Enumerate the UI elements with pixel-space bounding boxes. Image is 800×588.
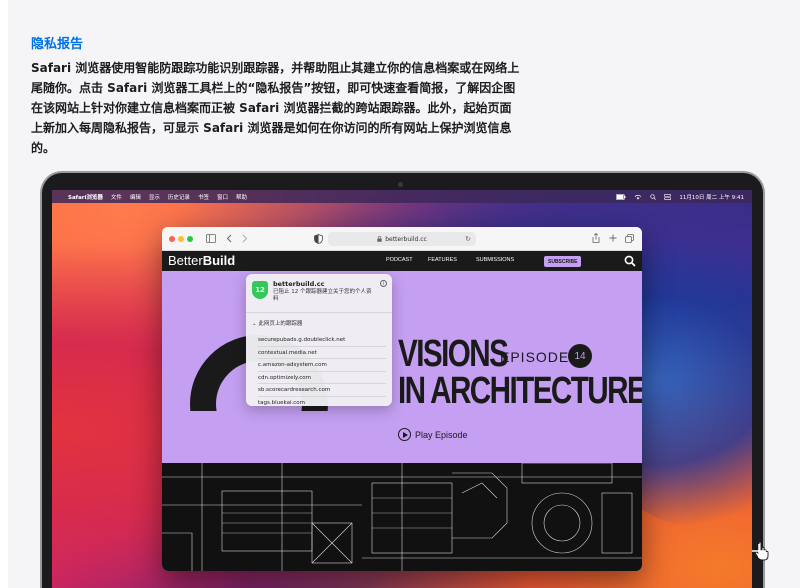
popover-message: 已阻止 12 个跟踪器建立关于您的个人资料 — [273, 289, 372, 302]
website-content: BetterBuild PODCAST FEATURES SUBMISSIONS… — [162, 251, 642, 571]
zoom-window-button[interactable] — [187, 236, 193, 242]
tracker-item: c.amazon-adsystem.com — [258, 359, 386, 372]
site-search-icon[interactable] — [624, 255, 636, 267]
tracker-item: tags.bluekai.com — [258, 397, 386, 407]
site-logo-bold: Build — [202, 253, 236, 268]
menu-view[interactable]: 显示 — [149, 193, 160, 201]
tracker-count-shield-icon: 12 — [252, 281, 268, 299]
address-bar[interactable]: betterbuild.cc ↻ — [328, 232, 476, 246]
back-icon[interactable] — [226, 234, 232, 243]
hero-title-line1: VISIONS — [398, 333, 509, 375]
episode-label: EPISODE — [500, 349, 570, 365]
menu-file[interactable]: 文件 — [111, 193, 122, 201]
safari-toolbar: betterbuild.cc ↻ — [162, 227, 642, 251]
subscribe-button[interactable]: SUBSCRIBE — [544, 256, 582, 267]
menu-edit[interactable]: 编辑 — [130, 193, 141, 201]
hero-title-line2: IN ARCHITECTURE — [398, 370, 642, 412]
menu-window[interactable]: 窗口 — [217, 193, 228, 201]
menu-help[interactable]: 帮助 — [236, 193, 247, 201]
lock-icon — [377, 236, 382, 242]
wifi-icon[interactable] — [634, 194, 642, 200]
new-tab-icon[interactable] — [609, 234, 617, 242]
laptop-screen: Safari浏览器 文件 编辑 显示 历史记录 书签 窗口 帮助 11月10日 … — [52, 190, 752, 588]
forward-icon[interactable] — [242, 234, 248, 243]
section-paragraph: Safari 浏览器使用智能防跟踪功能识别跟踪器，并帮助阻止其建立你的信息档案或… — [31, 61, 520, 155]
camera-dot — [398, 182, 403, 187]
privacy-report-popover: 12 betterbuild.cc 已阻止 12 个跟踪器建立关于您的个人资料 … — [246, 274, 392, 406]
sidebar-icon[interactable] — [206, 234, 216, 243]
site-logo[interactable]: BetterBuild — [168, 253, 235, 268]
menu-app-name[interactable]: Safari浏览器 — [68, 193, 103, 201]
play-episode-label: Play Episode — [415, 429, 468, 440]
safari-window: betterbuild.cc ↻ BetterBuild PODCAST FEA… — [162, 227, 642, 571]
battery-icon[interactable] — [616, 193, 626, 200]
menu-clock[interactable]: 11月10日 周二 上午 9:41 — [679, 193, 744, 201]
popover-site-name: betterbuild.cc — [273, 280, 325, 288]
blueprint-drawing — [162, 463, 642, 571]
trackers-section-toggle[interactable]: ⌄ 此网页上的跟踪器 — [252, 319, 302, 327]
minimize-window-button[interactable] — [178, 236, 184, 242]
tracker-item: sb.scorecardresearch.com — [258, 384, 386, 397]
reload-icon[interactable]: ↻ — [465, 232, 471, 246]
nav-features[interactable]: FEATURES — [428, 257, 457, 263]
play-episode-button[interactable]: Play Episode — [398, 428, 468, 441]
play-icon — [398, 428, 411, 441]
blueprint-image — [162, 463, 642, 571]
menu-history[interactable]: 历史记录 — [168, 193, 190, 201]
tracker-item: cdn.optimizely.com — [258, 372, 386, 384]
address-bar-url: betterbuild.cc — [385, 235, 427, 243]
menu-bar: Safari浏览器 文件 编辑 显示 历史记录 书签 窗口 帮助 11月10日 … — [52, 190, 752, 203]
trackers-section-title: 此网页上的跟踪器 — [258, 321, 303, 327]
crosshair-icon — [752, 544, 766, 558]
tracker-item: contextual.media.net — [258, 347, 386, 359]
tracker-list: securepubads.g.doubleclick.net contextua… — [258, 334, 386, 406]
tracker-item: securepubads.g.doubleclick.net — [258, 334, 386, 347]
nav-submissions[interactable]: SUBMISSIONS — [476, 257, 514, 263]
section-heading: 隐私报告 — [31, 37, 84, 52]
menu-bookmarks[interactable]: 书签 — [198, 193, 209, 201]
info-icon[interactable]: i — [380, 280, 387, 287]
site-navbar: BetterBuild PODCAST FEATURES SUBMISSIONS… — [162, 251, 642, 271]
site-logo-light: Better — [168, 253, 203, 268]
episode-number-badge: 14 — [568, 344, 592, 368]
tab-overview-icon[interactable] — [625, 234, 634, 243]
nav-podcast[interactable]: PODCAST — [386, 257, 413, 263]
search-icon[interactable] — [650, 193, 657, 200]
share-icon[interactable] — [592, 233, 600, 243]
privacy-report-icon[interactable] — [314, 234, 323, 244]
close-window-button[interactable] — [169, 236, 175, 242]
popover-divider — [246, 312, 392, 313]
control-center-icon[interactable] — [664, 193, 672, 200]
